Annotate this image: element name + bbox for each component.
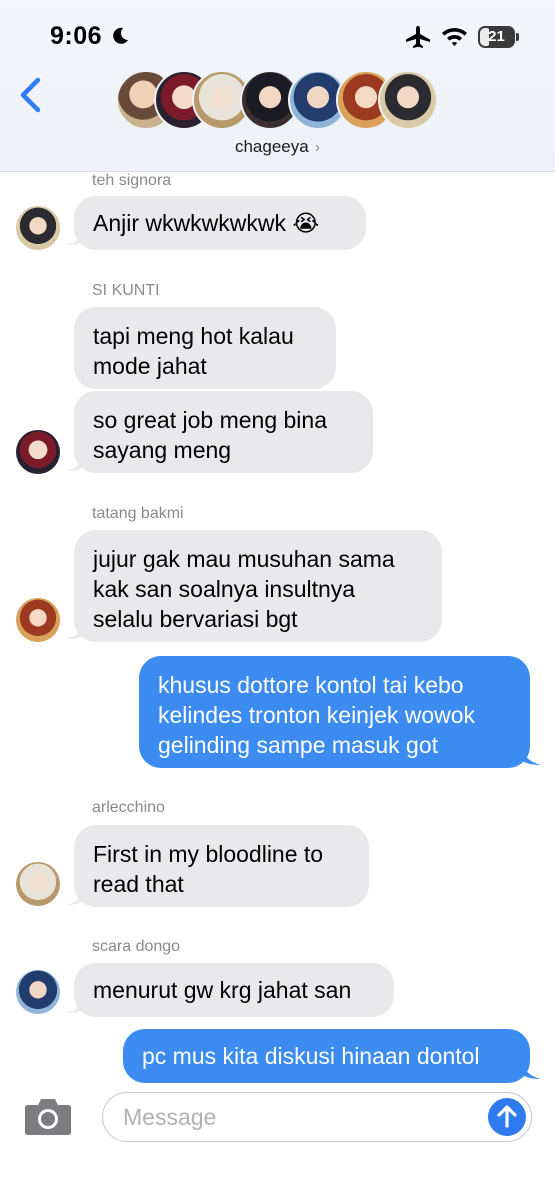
send-arrow-icon [497,1105,517,1128]
sender-name: arlecchino [92,799,165,816]
sender-avatar[interactable] [16,206,60,250]
message-bubble-incoming[interactable]: tapi meng hot kalau mode jahat [74,307,336,389]
message-bubble-incoming[interactable]: Anjir wkwkwkwkwk 😭 [74,196,366,250]
sender-name: SI KUNTI [92,282,160,299]
message-bubble-incoming[interactable]: menurut gw krg jahat san [74,963,394,1017]
group-member-avatar [378,70,438,130]
wifi-icon [442,27,467,46]
battery-icon: 21 [478,26,520,48]
message-bubble-outgoing[interactable]: pc mus kita diskusi hinaan dontol [123,1029,530,1083]
sender-name: scara dongo [92,938,181,955]
group-avatars[interactable] [116,70,438,130]
status-time: 9:06 [50,22,103,50]
sender-avatar[interactable] [16,598,60,642]
camera-button[interactable] [24,1096,72,1136]
back-button[interactable] [12,70,48,120]
message-bubble-incoming[interactable]: First in my bloodline to read that [74,825,369,907]
message-bubble-outgoing[interactable]: khusus dottore kontol tai kebo kelindes … [139,656,530,768]
camera-icon [25,1099,71,1135]
chevron-right-icon: › [314,139,321,156]
sender-avatar[interactable] [16,430,60,474]
sender-avatar[interactable] [16,862,60,906]
message-input-placeholder: Message [123,1104,217,1130]
sender-avatar[interactable] [16,970,60,1014]
back-chevron-icon [20,77,41,113]
send-button[interactable] [488,1098,526,1136]
conversation-header: 9:06 21 chageeya › [0,0,555,172]
airplane-icon [406,26,430,48]
message-input[interactable]: Message [102,1092,532,1142]
message-bubble-incoming[interactable]: jujur gak mau musuhan sama kak san soaln… [74,530,442,642]
group-name-link[interactable]: chageeya › [0,137,555,157]
battery-level-text: 21 [488,28,505,45]
group-name: chageeya [234,137,309,156]
moon-icon [113,27,128,44]
message-bubble-incoming[interactable]: so great job meng bina sayang meng [74,391,373,473]
sender-name: tatang bakmi [92,505,184,522]
sender-name: teh signora [92,172,172,189]
